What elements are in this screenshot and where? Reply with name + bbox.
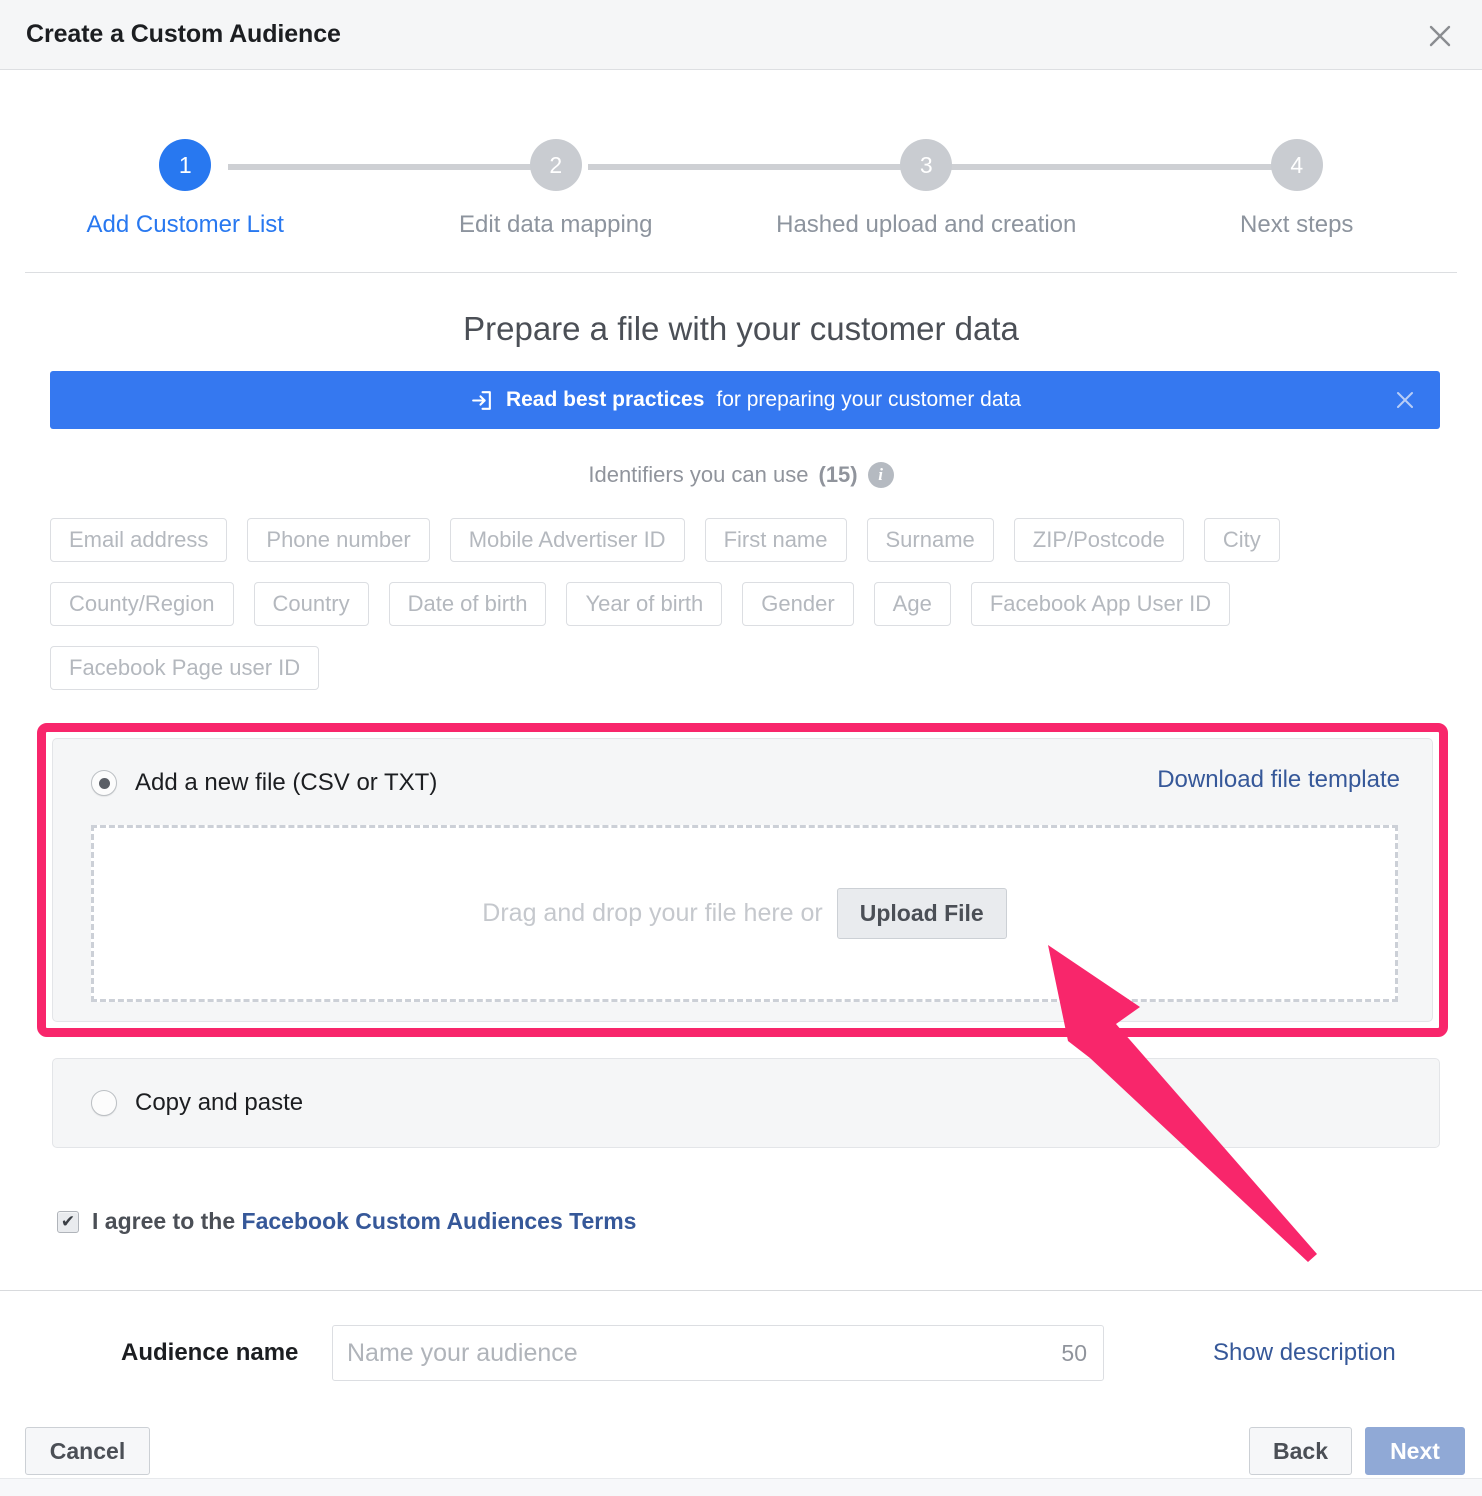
add-new-file-option-card[interactable]: Add a new file (CSV or TXT) Download fil… — [52, 738, 1433, 1022]
stepper-step-1-label: Add Customer List — [86, 211, 284, 238]
create-custom-audience-dialog: Create a Custom Audience 1 Add Customer … — [0, 0, 1482, 1496]
terms-agreement-row[interactable]: ✔ I agree to the Facebook Custom Audienc… — [57, 1208, 636, 1235]
stepper-step-2-number: 2 — [529, 139, 582, 191]
identifier-chip: Facebook App User ID — [970, 582, 1231, 627]
identifier-chip: Gender — [742, 582, 854, 627]
terms-prefix: I agree to the — [92, 1208, 242, 1234]
cancel-button[interactable]: Cancel — [25, 1427, 150, 1475]
identifiers-heading-text: Identifiers you can use — [588, 462, 809, 487]
next-button[interactable]: Next — [1365, 1427, 1465, 1475]
identifier-chip: Phone number — [247, 518, 430, 563]
identifier-chip: County/Region — [50, 582, 234, 627]
dropzone-instruction-text: Drag and drop your file here or — [482, 899, 823, 927]
wizard-stepper: 1 Add Customer List 2 Edit data mapping … — [0, 70, 1482, 272]
external-link-icon — [469, 388, 494, 413]
stepper-connector-1 — [228, 164, 562, 170]
copy-and-paste-radio[interactable] — [91, 1090, 117, 1116]
info-icon[interactable]: i — [867, 462, 894, 488]
stepper-step-2[interactable]: 2 Edit data mapping — [371, 70, 742, 239]
stepper-step-3-label: Hashed upload and creation — [776, 211, 1077, 238]
page-title: Prepare a file with your customer data — [463, 310, 1019, 347]
audience-name-field-wrapper[interactable]: 50 — [332, 1325, 1104, 1381]
add-new-file-radio[interactable] — [91, 770, 117, 796]
stepper-connector-2 — [588, 164, 922, 170]
identifier-chip: Mobile Advertiser ID — [449, 518, 685, 563]
banner-link-text[interactable]: Read best practices — [506, 388, 704, 412]
stepper-step-1-number: 1 — [159, 139, 212, 191]
stepper-step-1[interactable]: 1 Add Customer List — [0, 70, 371, 239]
identifier-chip: Facebook Page user ID — [50, 646, 320, 691]
stepper-step-4-label: Next steps — [1240, 211, 1354, 238]
audience-name-input[interactable] — [333, 1338, 1062, 1368]
banner-rest-text: for preparing your customer data — [716, 388, 1022, 411]
audience-name-row: Audience name 50 Show description — [0, 1325, 1482, 1383]
stepper-step-3-number: 3 — [900, 139, 953, 191]
identifier-chip: ZIP/Postcode — [1013, 518, 1184, 563]
terms-checkbox[interactable]: ✔ — [57, 1210, 79, 1233]
check-icon: ✔ — [60, 1212, 76, 1231]
audience-name-label: Audience name — [121, 1339, 299, 1366]
stepper-connector-3 — [948, 164, 1282, 170]
stepper-step-4-number: 4 — [1270, 139, 1323, 191]
audience-name-char-count: 50 — [1061, 1339, 1087, 1366]
identifiers-count: (15) — [818, 462, 858, 487]
identifier-chip: City — [1203, 518, 1280, 563]
close-icon — [1397, 392, 1413, 408]
terms-text: I agree to the Facebook Custom Audiences… — [92, 1208, 636, 1235]
identifiers-heading: Identifiers you can use (15) i — [0, 462, 1482, 488]
dialog-title: Create a Custom Audience — [26, 20, 341, 48]
stepper-step-2-label: Edit data mapping — [459, 211, 653, 238]
radio-dot — [98, 777, 110, 789]
stepper-step-4[interactable]: 4 Next steps — [1112, 70, 1482, 239]
copy-and-paste-label: Copy and paste — [135, 1089, 304, 1116]
identifier-chip-list: Email address Phone number Mobile Advert… — [50, 518, 1440, 691]
footer-strip — [0, 1478, 1482, 1496]
identifier-chip: Surname — [866, 518, 994, 563]
footer-divider — [0, 1290, 1482, 1291]
identifier-chip: Date of birth — [388, 582, 547, 627]
identifier-chip: Age — [873, 582, 951, 627]
close-icon — [1429, 25, 1451, 47]
terms-link[interactable]: Facebook Custom Audiences Terms — [242, 1208, 637, 1234]
upload-file-button[interactable]: Upload File — [836, 888, 1007, 939]
header-divider — [25, 272, 1457, 273]
dialog-titlebar: Create a Custom Audience — [0, 0, 1482, 70]
banner-close-button[interactable] — [1392, 387, 1418, 413]
identifier-chip: Year of birth — [566, 582, 723, 627]
identifier-chip: Country — [253, 582, 369, 627]
show-description-link[interactable]: Show description — [1213, 1339, 1396, 1367]
download-file-template-link[interactable]: Download file template — [1157, 766, 1400, 794]
copy-and-paste-option-card[interactable]: Copy and paste — [52, 1058, 1440, 1148]
back-button[interactable]: Back — [1249, 1427, 1352, 1475]
add-new-file-label: Add a new file (CSV or TXT) — [135, 769, 438, 796]
best-practices-banner[interactable]: Read best practices for preparing your c… — [50, 371, 1440, 429]
file-dropzone[interactable]: Drag and drop your file here or Upload F… — [91, 825, 1398, 1002]
identifier-chip: Email address — [50, 518, 228, 563]
stepper-step-3[interactable]: 3 Hashed upload and creation — [741, 70, 1112, 239]
dialog-close-button[interactable] — [1420, 16, 1460, 56]
identifier-chip: First name — [704, 518, 847, 563]
